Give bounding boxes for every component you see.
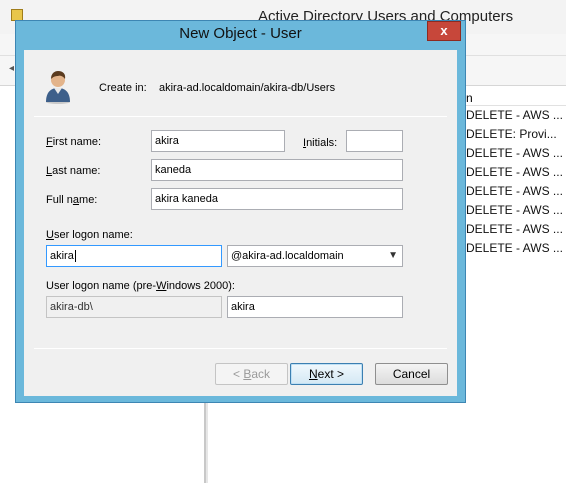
logon-name-field[interactable]: akira [46, 245, 222, 267]
domain-select[interactable]: @akira-ad.localdomain ▼ [227, 245, 403, 267]
first-name-field[interactable]: akira [151, 130, 285, 152]
first-name-label: First name: [46, 136, 102, 148]
logon-name-label: User logon name: [46, 229, 133, 241]
pre2000-logon-field[interactable]: akira [227, 296, 403, 318]
chevron-down-icon: ▼ [388, 250, 398, 261]
close-button[interactable]: x [427, 21, 461, 41]
pre2000-domain-prefix: akira-db\ [46, 296, 222, 318]
dialog-title: New Object - User [179, 25, 302, 42]
separator [34, 116, 447, 117]
initials-label: Initials: [303, 137, 338, 149]
full-name-label: Full name: [46, 194, 98, 206]
text-caret [74, 250, 76, 263]
last-name-label: Last name: [46, 165, 101, 177]
list-item[interactable]: DELETE - AWS ... [466, 203, 563, 217]
pre2000-logon-label: User logon name (pre-Windows 2000): [46, 280, 235, 292]
back-button[interactable]: < Back [215, 363, 288, 385]
create-in-label: Create in: [99, 82, 147, 94]
user-icon [46, 71, 70, 104]
next-button[interactable]: Next > [290, 363, 363, 385]
list-item[interactable]: DELETE - AWS ... [466, 108, 563, 122]
list-item[interactable]: DELETE - AWS ... [466, 241, 563, 255]
initials-field[interactable] [346, 130, 403, 152]
back-arrow-icon[interactable]: ◂ [9, 63, 14, 74]
list-column-header[interactable]: n [466, 89, 566, 106]
separator [34, 348, 447, 349]
list-item[interactable]: DELETE - AWS ... [466, 146, 563, 160]
list-item[interactable]: DELETE - AWS ... [466, 165, 563, 179]
close-icon: x [440, 23, 448, 38]
last-name-field[interactable]: kaneda [151, 159, 403, 181]
cancel-button[interactable]: Cancel [375, 363, 448, 385]
full-name-field[interactable]: akira kaneda [151, 188, 403, 210]
list-item[interactable]: DELETE: Provi... [466, 127, 557, 141]
dialog-body: Create in: akira-ad.localdomain/akira-db… [24, 50, 457, 396]
list-item[interactable]: DELETE - AWS ... [466, 222, 563, 236]
new-object-user-dialog: New Object - User x Create in: akira-ad.… [15, 20, 466, 403]
create-in-path: akira-ad.localdomain/akira-db/Users [159, 82, 336, 94]
list-item[interactable]: DELETE - AWS ... [466, 184, 563, 198]
